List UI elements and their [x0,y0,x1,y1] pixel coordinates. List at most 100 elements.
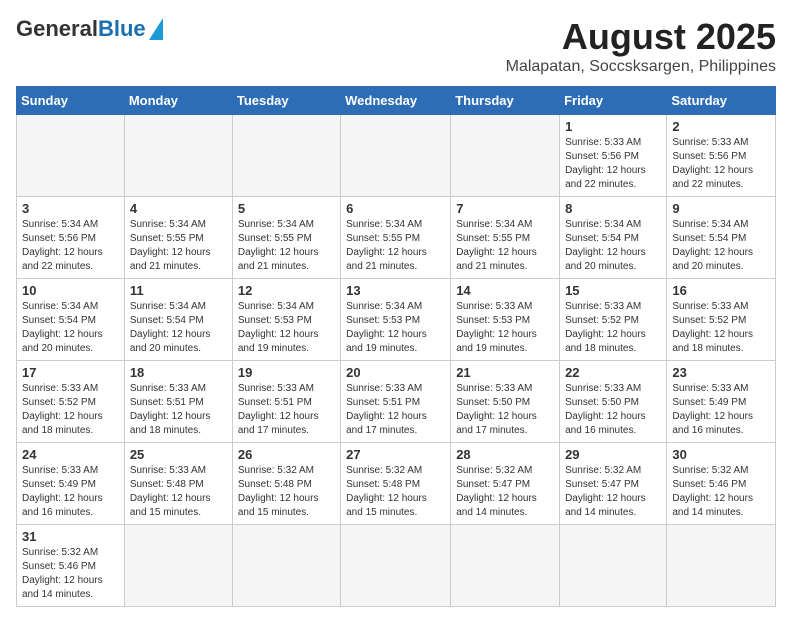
calendar-week-row: 17Sunrise: 5:33 AM Sunset: 5:52 PM Dayli… [17,361,776,443]
calendar-cell [341,115,451,197]
cell-day-info: Sunrise: 5:33 AM Sunset: 5:49 PM Dayligh… [22,464,119,520]
logo-blue-text: Blue [98,16,146,42]
calendar-cell: 9Sunrise: 5:34 AM Sunset: 5:54 PM Daylig… [667,197,776,279]
weekday-header-tuesday: Tuesday [232,87,340,115]
cell-day-info: Sunrise: 5:34 AM Sunset: 5:55 PM Dayligh… [130,218,227,274]
cell-day-info: Sunrise: 5:33 AM Sunset: 5:52 PM Dayligh… [565,300,661,356]
calendar-cell: 30 Sunrise: 5:32 AM Sunset: 5:46 PM Dayli… [667,443,776,525]
calendar-cell: 2 Sunrise: 5:33 AM Sunset: 5:56 PM Daylig… [667,115,776,197]
calendar-header-row: SundayMondayTuesdayWednesdayThursdayFrid… [17,87,776,115]
calendar-cell: 10Sunrise: 5:34 AM Sunset: 5:54 PM Dayli… [17,279,125,361]
cell-day-number: 18 [130,365,227,380]
cell-day-info: Sunrise: 5:34 AM Sunset: 5:56 PM Dayligh… [22,218,119,274]
calendar-cell: 11Sunrise: 5:34 AM Sunset: 5:54 PM Dayli… [124,279,232,361]
calendar-cell: 20 Sunrise: 5:33 AM Sunset: 5:51 PM Dayli… [341,361,451,443]
calendar-cell: 21Sunrise: 5:33 AM Sunset: 5:50 PM Dayli… [451,361,560,443]
cell-day-info: Sunrise: 5:32 AM Sunset: 5:48 PM Dayligh… [238,464,335,520]
cell-day-number: 27 [346,447,445,462]
calendar-cell: 13Sunrise: 5:34 AM Sunset: 5:53 PM Dayli… [341,279,451,361]
cell-day-info: Sunrise: 5:33 AM Sunset: 5:51 PM Dayligh… [130,382,227,438]
calendar-week-row: 10Sunrise: 5:34 AM Sunset: 5:54 PM Dayli… [17,279,776,361]
calendar-week-row: 1 Sunrise: 5:33 AM Sunset: 5:56 PM Daylig… [17,115,776,197]
cell-day-number: 15 [565,283,661,298]
calendar-cell: 26 Sunrise: 5:32 AM Sunset: 5:48 PM Dayli… [232,443,340,525]
cell-day-info: Sunrise: 5:33 AM Sunset: 5:56 PM Dayligh… [672,136,770,192]
cell-day-info: Sunrise: 5:34 AM Sunset: 5:55 PM Dayligh… [238,218,335,274]
calendar-cell: 27 Sunrise: 5:32 AM Sunset: 5:48 PM Dayli… [341,443,451,525]
weekday-header-friday: Friday [560,87,667,115]
cell-day-number: 17 [22,365,119,380]
cell-day-info: Sunrise: 5:33 AM Sunset: 5:49 PM Dayligh… [672,382,770,438]
weekday-header-thursday: Thursday [451,87,560,115]
cell-day-number: 14 [456,283,554,298]
title-area: August 2025 Malapatan, Soccsksargen, Phi… [506,16,776,76]
calendar-week-row: 31Sunrise: 5:32 AM Sunset: 5:46 PM Dayli… [17,525,776,607]
cell-day-number: 4 [130,201,227,216]
cell-day-info: Sunrise: 5:34 AM Sunset: 5:55 PM Dayligh… [346,218,445,274]
cell-day-number: 30 [672,447,770,462]
calendar-cell [124,525,232,607]
calendar-cell: 31Sunrise: 5:32 AM Sunset: 5:46 PM Dayli… [17,525,125,607]
logo-general-text: General [16,16,98,42]
cell-day-number: 12 [238,283,335,298]
cell-day-number: 1 [565,119,661,134]
calendar-cell [560,525,667,607]
logo-triangle-icon [149,18,163,40]
calendar-cell: 12Sunrise: 5:34 AM Sunset: 5:53 PM Dayli… [232,279,340,361]
cell-day-info: Sunrise: 5:34 AM Sunset: 5:54 PM Dayligh… [565,218,661,274]
cell-day-number: 5 [238,201,335,216]
cell-day-number: 6 [346,201,445,216]
cell-day-number: 24 [22,447,119,462]
cell-day-info: Sunrise: 5:33 AM Sunset: 5:56 PM Dayligh… [565,136,661,192]
cell-day-info: Sunrise: 5:32 AM Sunset: 5:48 PM Dayligh… [346,464,445,520]
weekday-header-monday: Monday [124,87,232,115]
cell-day-info: Sunrise: 5:33 AM Sunset: 5:51 PM Dayligh… [346,382,445,438]
cell-day-number: 20 [346,365,445,380]
cell-day-number: 26 [238,447,335,462]
cell-day-info: Sunrise: 5:32 AM Sunset: 5:46 PM Dayligh… [22,546,119,602]
cell-day-info: Sunrise: 5:32 AM Sunset: 5:46 PM Dayligh… [672,464,770,520]
calendar-cell: 6 Sunrise: 5:34 AM Sunset: 5:55 PM Daylig… [341,197,451,279]
cell-day-info: Sunrise: 5:33 AM Sunset: 5:52 PM Dayligh… [672,300,770,356]
calendar-cell: 24 Sunrise: 5:33 AM Sunset: 5:49 PM Dayli… [17,443,125,525]
cell-day-number: 28 [456,447,554,462]
cell-day-number: 22 [565,365,661,380]
calendar-cell: 22 Sunrise: 5:33 AM Sunset: 5:50 PM Dayli… [560,361,667,443]
cell-day-number: 8 [565,201,661,216]
month-title: August 2025 [506,16,776,58]
calendar-cell [451,525,560,607]
weekday-header-sunday: Sunday [17,87,125,115]
calendar-cell: 17Sunrise: 5:33 AM Sunset: 5:52 PM Dayli… [17,361,125,443]
calendar-cell [17,115,125,197]
cell-day-info: Sunrise: 5:33 AM Sunset: 5:53 PM Dayligh… [456,300,554,356]
calendar-cell: 4 Sunrise: 5:34 AM Sunset: 5:55 PM Daylig… [124,197,232,279]
calendar-cell: 25Sunrise: 5:33 AM Sunset: 5:48 PM Dayli… [124,443,232,525]
calendar-cell: 29Sunrise: 5:32 AM Sunset: 5:47 PM Dayli… [560,443,667,525]
calendar-cell: 23Sunrise: 5:33 AM Sunset: 5:49 PM Dayli… [667,361,776,443]
cell-day-info: Sunrise: 5:33 AM Sunset: 5:50 PM Dayligh… [565,382,661,438]
calendar-cell: 8 Sunrise: 5:34 AM Sunset: 5:54 PM Daylig… [560,197,667,279]
cell-day-number: 16 [672,283,770,298]
cell-day-info: Sunrise: 5:34 AM Sunset: 5:55 PM Dayligh… [456,218,554,274]
calendar-cell [667,525,776,607]
calendar-cell: 16 Sunrise: 5:33 AM Sunset: 5:52 PM Dayli… [667,279,776,361]
weekday-header-wednesday: Wednesday [341,87,451,115]
logo: General Blue [16,16,163,42]
cell-day-info: Sunrise: 5:34 AM Sunset: 5:54 PM Dayligh… [672,218,770,274]
calendar-cell: 28 Sunrise: 5:32 AM Sunset: 5:47 PM Dayli… [451,443,560,525]
calendar-table: SundayMondayTuesdayWednesdayThursdayFrid… [16,86,776,607]
calendar-cell [232,115,340,197]
cell-day-number: 29 [565,447,661,462]
calendar-cell: 7 Sunrise: 5:34 AM Sunset: 5:55 PM Daylig… [451,197,560,279]
cell-day-info: Sunrise: 5:33 AM Sunset: 5:50 PM Dayligh… [456,382,554,438]
calendar-cell: 1 Sunrise: 5:33 AM Sunset: 5:56 PM Daylig… [560,115,667,197]
cell-day-number: 7 [456,201,554,216]
cell-day-number: 3 [22,201,119,216]
cell-day-info: Sunrise: 5:32 AM Sunset: 5:47 PM Dayligh… [456,464,554,520]
cell-day-info: Sunrise: 5:34 AM Sunset: 5:54 PM Dayligh… [22,300,119,356]
cell-day-number: 2 [672,119,770,134]
calendar-cell: 5 Sunrise: 5:34 AM Sunset: 5:55 PM Daylig… [232,197,340,279]
calendar-cell [341,525,451,607]
cell-day-info: Sunrise: 5:33 AM Sunset: 5:48 PM Dayligh… [130,464,227,520]
weekday-header-saturday: Saturday [667,87,776,115]
